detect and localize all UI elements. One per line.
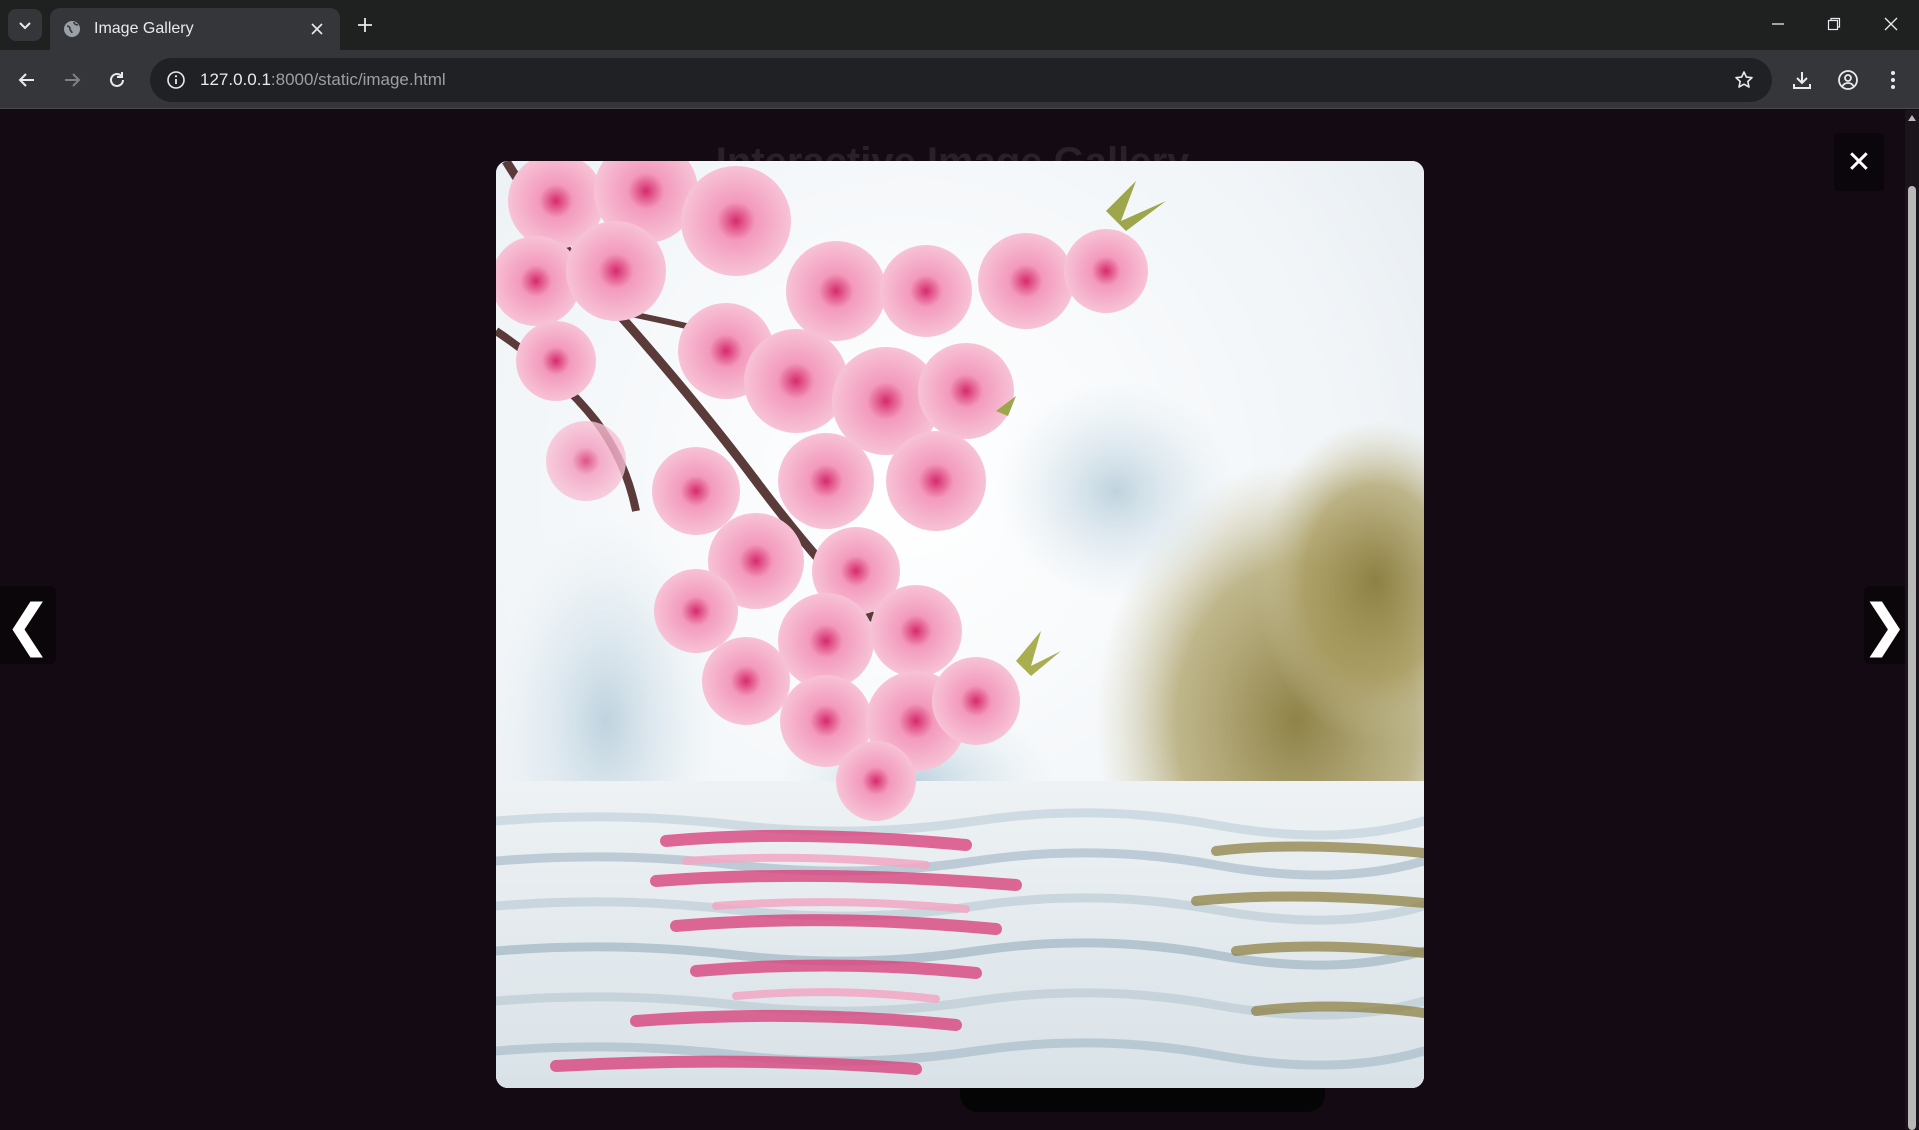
arrow-left-icon [18, 73, 34, 87]
scroll-up-arrow-icon[interactable] [1905, 112, 1919, 124]
minimize-button[interactable] [1758, 8, 1798, 40]
close-icon[interactable] [306, 18, 328, 40]
arrow-right-icon [65, 73, 81, 87]
close-icon [1884, 17, 1898, 31]
kebab-menu-icon [1891, 71, 1895, 89]
browser-tab[interactable]: Image Gallery [50, 8, 340, 50]
address-bar[interactable]: 127.0.0.1:8000/static/image.html [150, 58, 1772, 102]
back-button[interactable] [11, 64, 43, 96]
downloads-button[interactable] [1786, 64, 1818, 96]
window-close-button[interactable] [1871, 8, 1911, 40]
tab-strip: Image Gallery [0, 0, 1919, 50]
star-icon[interactable] [1724, 60, 1764, 100]
scrollbar-thumb[interactable] [1908, 186, 1916, 1130]
restore-icon [1827, 17, 1841, 31]
plus-icon [358, 18, 372, 32]
info-icon[interactable] [154, 58, 198, 102]
reload-icon [110, 72, 124, 87]
globe-icon [62, 19, 82, 39]
new-tab-button[interactable] [352, 12, 378, 38]
lightbox-image [496, 161, 1424, 1088]
cherry-blossom-photo [496, 161, 1424, 1088]
tab-title: Image Gallery [94, 20, 194, 37]
url-path: :8000/static/image.html [270, 70, 446, 89]
chevron-down-icon [19, 22, 31, 30]
minimize-icon [1772, 23, 1784, 25]
tab-search-button[interactable] [8, 9, 42, 41]
profile-icon [1838, 70, 1858, 90]
lightbox-close-button[interactable]: ✕ [1834, 133, 1884, 191]
lightbox-prev-button[interactable]: ❮ [0, 586, 56, 664]
forward-button[interactable] [56, 64, 88, 96]
restore-button[interactable] [1814, 8, 1854, 40]
browser-toolbar: 127.0.0.1:8000/static/image.html [0, 50, 1919, 109]
menu-button[interactable] [1877, 64, 1909, 96]
profile-button[interactable] [1832, 64, 1864, 96]
download-icon [1793, 72, 1811, 89]
lightbox-next-button[interactable]: ❯ [1861, 586, 1908, 664]
reload-button[interactable] [101, 64, 133, 96]
url-host: 127.0.0.1 [200, 70, 271, 89]
url-text[interactable]: 127.0.0.1:8000/static/image.html [200, 70, 1724, 90]
